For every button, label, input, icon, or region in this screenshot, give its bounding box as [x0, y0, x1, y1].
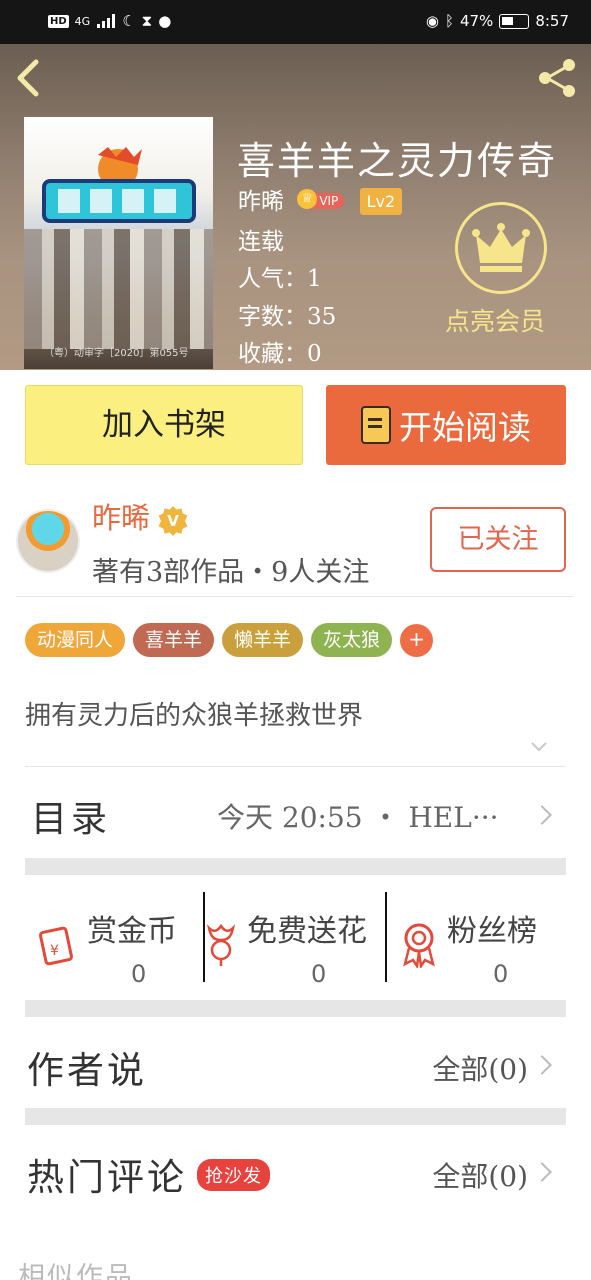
share-icon	[539, 59, 575, 97]
table-of-contents-row[interactable]: 目录 今天 20:55 ・ HEL···	[25, 770, 566, 858]
reward-coins-button[interactable]: ¥ 赏金币 0	[25, 894, 203, 994]
word-count: 字数：35	[238, 304, 337, 330]
chevron-right-icon	[532, 805, 552, 825]
tag[interactable]: 动漫同人	[25, 623, 126, 657]
battery-percent: 47%	[459, 12, 494, 30]
book-icon	[361, 406, 391, 444]
section-separator	[25, 858, 566, 875]
book-header: （粤）动审字［2020］第055号 喜羊羊之灵力传奇 昨晞 VIP Lv2 连载…	[0, 44, 591, 370]
hourglass-icon: ⧗	[141, 12, 153, 30]
send-flower-button[interactable]: 免费送花 0	[205, 894, 385, 994]
notification-icon: ●	[158, 12, 172, 30]
back-button[interactable]	[14, 58, 48, 98]
cover-logo	[42, 147, 196, 223]
hot-comments-row[interactable]: 热门评论 抢沙发 全部(0)	[25, 1125, 566, 1215]
add-to-shelf-button[interactable]: 加入书架	[25, 385, 303, 465]
hot-comments-title: 热门评论	[27, 1156, 187, 1199]
start-reading-label: 开始阅读	[399, 408, 531, 447]
reward-coins-value: 0	[131, 960, 147, 988]
clock: 8:57	[535, 12, 569, 30]
tag[interactable]: 灰太狼	[311, 623, 393, 657]
latest-chapter: 今天 20:55 ・ HEL···	[217, 801, 499, 834]
section-separator	[25, 1000, 566, 1017]
serial-status: 连载	[238, 229, 284, 255]
hot-comments-all[interactable]: 全部(0)	[432, 1155, 528, 1195]
send-flower-label: 免费送花	[247, 914, 367, 949]
header-author-name[interactable]: 昨晞	[238, 189, 284, 215]
add-tag-button[interactable]: +	[400, 623, 434, 657]
bluetooth-icon: ᛒ	[444, 12, 454, 30]
similar-works-title: 相似作品	[18, 1262, 134, 1280]
author-stats: 著有3部作品・9人关注	[92, 557, 370, 588]
tag-list: 动漫同人 喜羊羊 懒羊羊 灰太狼 +	[25, 623, 434, 657]
book-description: 拥有灵力后的众狼羊拯救世界	[25, 701, 364, 731]
network-label: 4G	[74, 14, 91, 28]
vip-member-button[interactable]	[455, 202, 547, 294]
fan-ranking-value: 0	[493, 960, 509, 988]
cover-license-code: （粤）动审字［2020］第055号	[44, 348, 189, 359]
start-reading-button[interactable]: 开始阅读	[326, 385, 566, 465]
toc-label: 目录	[31, 799, 112, 840]
chevron-left-icon	[17, 59, 39, 97]
book-detail-panel: 加入书架 开始阅读 昨晞 V 著有3部作品・9人关注 已关注 动漫同人 喜羊羊 懒…	[0, 370, 591, 1280]
hd-icon: HD	[48, 14, 69, 28]
author-says-title: 作者说	[27, 1049, 147, 1092]
divider	[16, 596, 574, 597]
moon-icon: ☾	[122, 12, 136, 30]
send-flower-value: 0	[311, 960, 327, 988]
signal-icon	[97, 14, 116, 28]
chevron-right-icon	[532, 1162, 552, 1182]
hot-comments-title-row: 热门评论 抢沙发	[27, 1147, 270, 1201]
reward-coins-label: 赏金币	[87, 914, 177, 949]
fan-ranking-label: 粉丝榜	[447, 914, 537, 949]
share-button[interactable]	[535, 56, 579, 100]
svg-text:¥: ¥	[50, 943, 59, 959]
chevron-right-icon	[532, 1055, 552, 1075]
author-says-row[interactable]: 作者说 全部(0)	[25, 1018, 566, 1108]
popularity: 人气：1	[238, 266, 322, 292]
verified-badge-icon: V	[158, 506, 188, 536]
section-separator	[25, 1108, 566, 1125]
fan-ranking-button[interactable]: 粉丝榜 0	[387, 894, 566, 994]
follow-button[interactable]: 已关注	[430, 507, 566, 572]
book-cover[interactable]: （粤）动审字［2020］第055号	[24, 117, 213, 369]
expand-chevron-icon[interactable]	[530, 738, 548, 756]
reward-bar: ¥ 赏金币 0 免费送花 0 粉丝榜 0	[25, 880, 566, 990]
crown-icon	[472, 223, 530, 272]
divider	[25, 766, 566, 767]
tag[interactable]: 喜羊羊	[133, 623, 215, 657]
author-line: 昨晞 VIP Lv2	[238, 182, 403, 216]
level-badge: Lv2	[359, 188, 403, 215]
author-avatar[interactable]	[16, 509, 80, 573]
first-comment-badge[interactable]: 抢沙发	[197, 1159, 270, 1191]
favorites-count: 收藏：0	[238, 341, 322, 367]
author-name: 昨晞	[92, 501, 151, 535]
award-ribbon-icon	[403, 923, 435, 968]
battery-icon	[499, 13, 530, 29]
author-says-all[interactable]: 全部(0)	[432, 1048, 528, 1088]
red-envelope-icon: ¥	[39, 926, 73, 966]
vip-badge: VIP	[297, 189, 345, 209]
cover-characters	[24, 229, 213, 349]
status-bar: HD 4G ☾ ⧗ ● ◉ ᛒ 47% 8:57	[0, 0, 591, 44]
author-name-row[interactable]: 昨晞 V	[92, 495, 188, 537]
eye-icon: ◉	[425, 12, 439, 30]
flower-icon	[206, 923, 236, 966]
vip-cta-label[interactable]: 点亮会员	[445, 302, 545, 338]
book-title: 喜羊羊之灵力传奇	[237, 139, 558, 183]
tag[interactable]: 懒羊羊	[222, 623, 304, 657]
